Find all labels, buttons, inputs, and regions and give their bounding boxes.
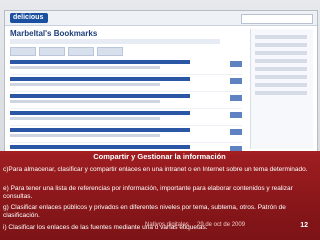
sidebar-item[interactable] xyxy=(255,35,307,39)
save-count-badge xyxy=(230,61,242,67)
caption-point-c: c)Para almacenar, clasificar y compartir… xyxy=(3,166,308,173)
screenshot-panel: delicious Marbeltal's Bookmarks xyxy=(4,10,318,157)
sidebar-item[interactable] xyxy=(255,91,307,95)
tabs xyxy=(10,47,130,56)
bookmark-meta xyxy=(10,100,160,103)
save-count-badge xyxy=(230,78,242,84)
bookmark-row[interactable] xyxy=(10,58,242,75)
bookmark-link[interactable] xyxy=(10,128,190,132)
sidebar-item[interactable] xyxy=(255,51,307,55)
bookmark-list xyxy=(10,58,242,156)
footer-date: 29 de oct de 2009 xyxy=(197,222,246,228)
tab-1[interactable] xyxy=(10,47,36,56)
bookmark-link[interactable] xyxy=(10,94,190,98)
sidebar-item[interactable] xyxy=(255,67,307,71)
tab-3[interactable] xyxy=(68,47,94,56)
bookmark-meta xyxy=(10,134,160,137)
tag-sidebar xyxy=(250,29,313,149)
caption-point-e: e) Para tener una lista de referencias p… xyxy=(3,185,293,201)
bookmark-row[interactable] xyxy=(10,126,242,143)
bookmark-row[interactable] xyxy=(10,92,242,109)
bookmark-link[interactable] xyxy=(10,145,190,149)
bookmark-link[interactable] xyxy=(10,77,190,81)
delicious-logo: delicious xyxy=(10,13,48,23)
bookmarks-title: Marbeltal's Bookmarks xyxy=(10,29,98,38)
sidebar-item[interactable] xyxy=(255,83,307,87)
profile-subtitle xyxy=(10,39,220,44)
page-number: 12 xyxy=(300,222,308,229)
caption-point-g: g) Clasificar enlaces públicos y privado… xyxy=(3,204,286,220)
bookmark-meta xyxy=(10,83,160,86)
slide-footer: Nativos digitales 29 de oct de 2009 12 xyxy=(0,222,320,234)
caption-band: Compartir y Gestionar la información c)P… xyxy=(0,151,320,240)
bookmark-link[interactable] xyxy=(10,60,190,64)
slide: delicious Marbeltal's Bookmarks Comparti… xyxy=(0,0,320,240)
tab-2[interactable] xyxy=(39,47,65,56)
logo-text: delicious xyxy=(13,14,44,21)
search-input[interactable] xyxy=(241,14,313,24)
footer-left: Nativos digitales xyxy=(145,222,189,228)
tab-4[interactable] xyxy=(97,47,123,56)
bookmark-meta xyxy=(10,117,160,120)
bookmark-row[interactable] xyxy=(10,75,242,92)
sidebar-item[interactable] xyxy=(255,59,307,63)
caption-heading: Compartir y Gestionar la información xyxy=(93,152,226,161)
save-count-badge xyxy=(230,129,242,135)
save-count-badge xyxy=(230,95,242,101)
caption-text-area: Compartir y Gestionar la información c)P… xyxy=(0,152,320,231)
sidebar-item[interactable] xyxy=(255,43,307,47)
sidebar-item[interactable] xyxy=(255,75,307,79)
browser-topbar: delicious xyxy=(5,11,317,26)
bookmark-row[interactable] xyxy=(10,109,242,126)
bookmark-meta xyxy=(10,66,160,69)
bookmark-link[interactable] xyxy=(10,111,190,115)
save-count-badge xyxy=(230,112,242,118)
